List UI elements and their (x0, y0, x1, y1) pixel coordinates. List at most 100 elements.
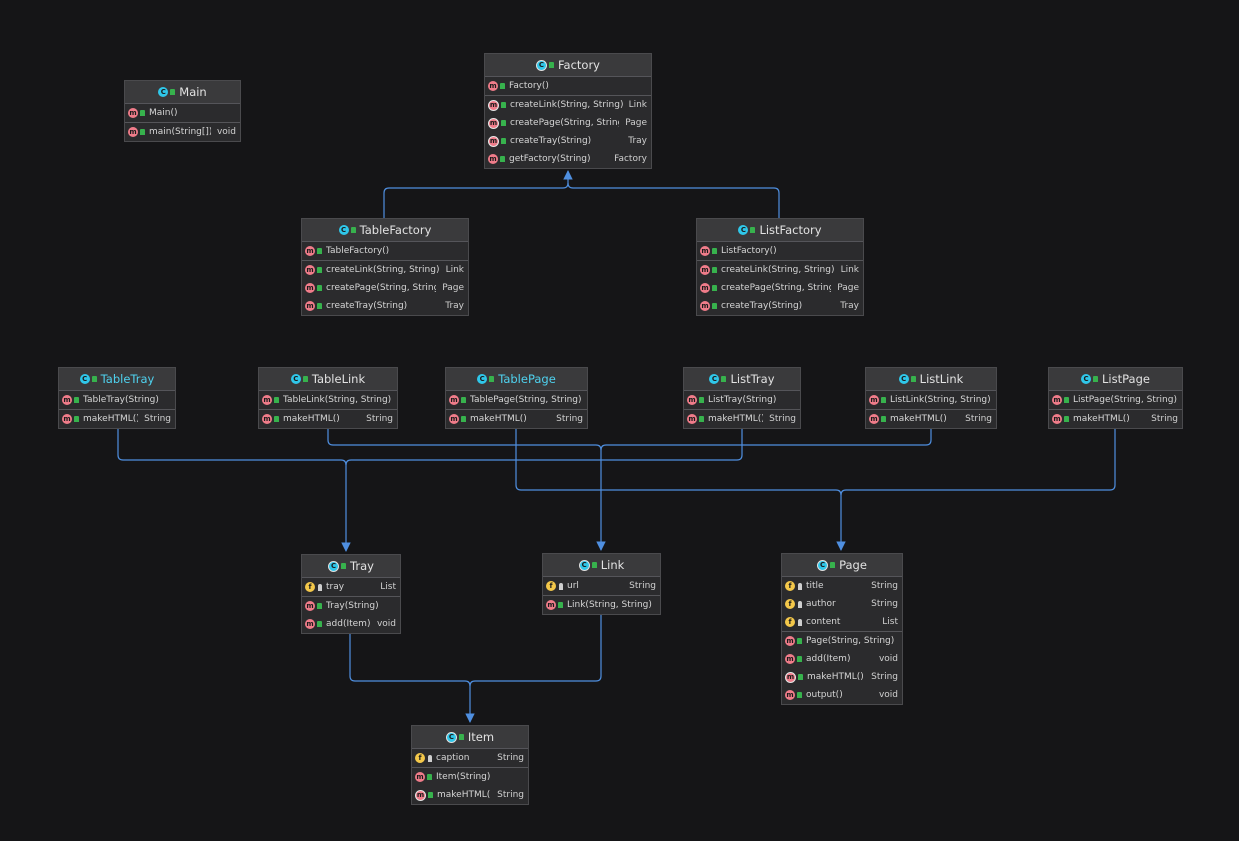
class-header[interactable]: C ListPage (1049, 368, 1182, 391)
member-row[interactable]: m main(String[]) void (125, 123, 240, 141)
member-row[interactable]: m ListPage(String, String) (1049, 391, 1182, 409)
member-row[interactable]: f author String (782, 595, 902, 613)
member-type: Tray (628, 136, 647, 146)
class-header[interactable]: C ListLink (866, 368, 996, 391)
method-icon: m (262, 395, 272, 405)
class-tray[interactable]: C Tray f tray List m Tray(String) m add(Item) voi… (301, 554, 401, 634)
member-row[interactable]: m getFactory(String) Factory (485, 150, 651, 168)
class-icon: C (709, 374, 720, 384)
member-row[interactable]: m TableTray(String) (59, 391, 175, 409)
class-header[interactable]: C TableFactory (302, 219, 468, 242)
class-table-tray[interactable]: C TableTray m TableTray(String) m makeHTML() S… (58, 367, 176, 429)
member-name: ListFactory() (721, 246, 777, 256)
public-visibility-icon (501, 120, 506, 126)
member-row[interactable]: m createTray(String) Tray (302, 297, 468, 315)
member-type: String (965, 414, 992, 424)
member-row[interactable]: m Tray(String) (302, 597, 400, 615)
member-row[interactable]: m makeHTML() String (684, 410, 800, 428)
member-row[interactable]: m createTray(String) Tray (697, 297, 863, 315)
class-main[interactable]: C Main m Main() m main(String[]) void (124, 80, 241, 142)
class-table-page[interactable]: C TablePage m TablePage(String, String) m mak… (445, 367, 588, 429)
member-row[interactable]: m createPage(String, String) Page (697, 279, 863, 297)
method-icon: m (869, 414, 879, 424)
class-list-factory[interactable]: C ListFactory m ListFactory() m createLink(St… (696, 218, 864, 316)
class-list-page[interactable]: C ListPage m ListPage(String, String) m makeH… (1048, 367, 1183, 429)
member-section: m ListFactory() (697, 242, 863, 261)
member-name: url (567, 581, 579, 591)
member-row[interactable]: f caption String (412, 749, 528, 767)
class-header[interactable]: C Main (125, 81, 240, 104)
member-row[interactable]: m createLink(String, String) Link (697, 261, 863, 279)
class-header[interactable]: C Page (782, 554, 902, 577)
member-row[interactable]: m ListLink(String, String) (866, 391, 996, 409)
member-name: add(Item) (806, 654, 851, 664)
member-row[interactable]: m createPage(String, String) Page (485, 114, 651, 132)
member-name: content (806, 617, 841, 627)
method-icon: m (305, 265, 315, 275)
member-row[interactable]: m makeHTML() String (1049, 410, 1182, 428)
member-row[interactable]: m ListFactory() (697, 242, 863, 260)
member-row[interactable]: m createLink(String, String) Link (485, 96, 651, 114)
member-row[interactable]: m Link(String, String) (543, 596, 660, 614)
class-header[interactable]: C TableLink (259, 368, 397, 391)
member-row[interactable]: m createLink(String, String) Link (302, 261, 468, 279)
member-row[interactable]: m makeHTML() String (412, 786, 528, 804)
member-row[interactable]: f title String (782, 577, 902, 595)
class-icon: C (898, 374, 909, 384)
member-row[interactable]: m Item(String) (412, 768, 528, 786)
public-visibility-icon (699, 416, 704, 422)
member-row[interactable]: m Main() (125, 104, 240, 122)
member-row[interactable]: m TableFactory() (302, 242, 468, 260)
class-header[interactable]: C Tray (302, 555, 400, 578)
class-table-link[interactable]: C TableLink m TableLink(String, String) m mak… (258, 367, 398, 429)
class-header[interactable]: C Link (543, 554, 660, 577)
class-page[interactable]: C Page f title String f author String f content Li… (781, 553, 903, 705)
class-header[interactable]: C ListFactory (697, 219, 863, 242)
class-name: TableLink (311, 372, 366, 386)
member-row[interactable]: m add(Item) void (782, 650, 902, 668)
class-list-tray[interactable]: C ListTray m ListTray(String) m makeHTML() Str… (683, 367, 801, 429)
member-section: m makeHTML() String (446, 410, 587, 428)
class-icon: C (738, 225, 749, 235)
class-factory[interactable]: C Factory m Factory() m createLink(String, St… (484, 53, 652, 169)
member-type: Page (442, 283, 464, 293)
member-row[interactable]: f tray List (302, 578, 400, 596)
member-row[interactable]: m Page(String, String) (782, 632, 902, 650)
member-row[interactable]: m makeHTML() String (59, 410, 175, 428)
member-row[interactable]: m createTray(String) Tray (485, 132, 651, 150)
member-type: void (376, 619, 396, 629)
class-name: ListPage (1102, 372, 1150, 386)
member-name: author (806, 599, 836, 609)
member-type: Factory (614, 154, 647, 164)
class-list-link[interactable]: C ListLink m ListLink(String, String) m makeH… (865, 367, 997, 429)
public-visibility-icon (350, 227, 356, 233)
member-type: String (497, 790, 524, 800)
class-header[interactable]: C ListTray (684, 368, 800, 391)
class-header[interactable]: C TableTray (59, 368, 175, 391)
class-header[interactable]: C Item (412, 726, 528, 749)
member-row[interactable]: m makeHTML() String (866, 410, 996, 428)
member-row[interactable]: m createPage(String, String) Page (302, 279, 468, 297)
class-header[interactable]: C Factory (485, 54, 651, 77)
member-row[interactable]: m Factory() (485, 77, 651, 95)
public-visibility-icon (317, 267, 322, 273)
member-row[interactable]: m makeHTML() String (259, 410, 397, 428)
class-header[interactable]: C TablePage (446, 368, 587, 391)
member-row[interactable]: m output() void (782, 686, 902, 704)
class-table-factory[interactable]: C TableFactory m TableFactory() m createLink(… (301, 218, 469, 316)
member-type: Page (837, 283, 859, 293)
member-row[interactable]: m TablePage(String, String) (446, 391, 587, 409)
member-row[interactable]: f url String (543, 577, 660, 595)
edge-link-item (469, 614, 602, 687)
member-row[interactable]: m TableLink(String, String) (259, 391, 397, 409)
member-row[interactable]: m add(Item) void (302, 615, 400, 633)
public-visibility-icon (317, 285, 322, 291)
method-icon: m (488, 81, 498, 91)
member-row[interactable]: m makeHTML() String (782, 668, 902, 686)
member-row[interactable]: m makeHTML() String (446, 410, 587, 428)
member-name: createLink(String, String) (721, 265, 835, 275)
member-row[interactable]: f content List (782, 613, 902, 631)
class-link[interactable]: C Link f url String m Link(String, String) (542, 553, 661, 615)
class-item[interactable]: C Item f caption String m Item(String) m makeHTM… (411, 725, 529, 805)
member-row[interactable]: m ListTray(String) (684, 391, 800, 409)
